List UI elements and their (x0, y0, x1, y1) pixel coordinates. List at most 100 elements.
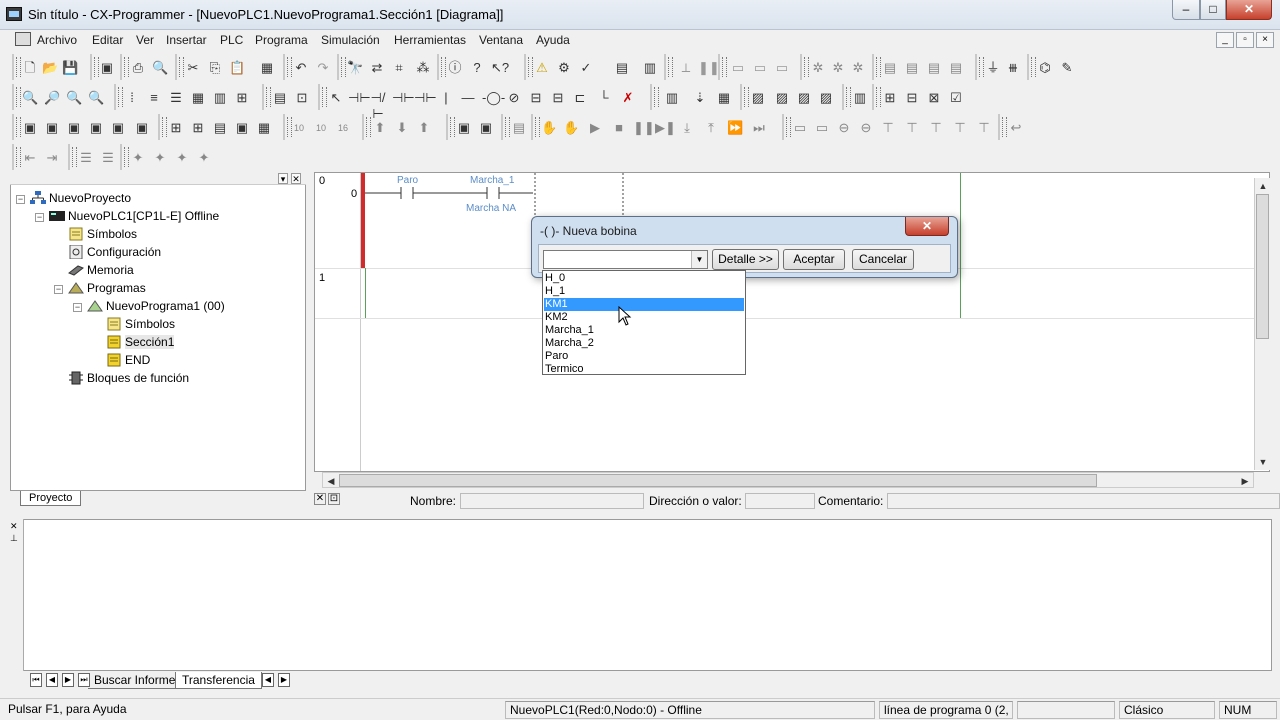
mdi-close-button[interactable]: × (1256, 32, 1274, 48)
paste-icon[interactable]: 📋 (229, 60, 245, 76)
differential-icon[interactable]: ⏚ (985, 60, 1001, 76)
mdi-minimize-button[interactable]: _ (1216, 32, 1234, 48)
sim-breakpoint-5-icon[interactable]: ⊤ (880, 120, 896, 136)
menu-ver[interactable]: Ver (136, 33, 154, 47)
mnemonic-icon[interactable]: ▦ (190, 90, 206, 106)
mdi-restore-button[interactable]: ▫ (1236, 32, 1254, 48)
zoom-out-icon[interactable]: 🔍 (66, 90, 82, 106)
menu-archivo[interactable]: Archivo (37, 33, 77, 47)
monitor-4-icon[interactable]: ▤ (948, 60, 964, 76)
contact-or-nc-icon[interactable]: ⊣⊢ (414, 90, 437, 106)
tool-1-icon[interactable]: ✦ (130, 150, 146, 166)
sim-hand-step-icon[interactable]: ✋ (563, 120, 579, 136)
zoom-fit-icon[interactable]: 🔍 (88, 90, 104, 106)
info-close-icon[interactable]: ✕ (314, 493, 326, 505)
tab-first-icon[interactable]: ⏮ (30, 673, 42, 687)
scroll-left-icon[interactable]: ◀ (323, 473, 339, 489)
transfer-to-icon[interactable]: ▭ (752, 60, 768, 76)
transfer-from-icon[interactable]: ▭ (730, 60, 746, 76)
tool-2-icon[interactable]: ✦ (152, 150, 168, 166)
detalle-button[interactable]: Detalle >> (712, 249, 779, 270)
function-block-call-icon[interactable]: ⊏ (572, 90, 588, 106)
menu-herramientas[interactable]: Herramientas (394, 33, 466, 47)
maximize-button[interactable]: □ (1200, 0, 1226, 20)
dropdown-option[interactable]: KM2 (544, 311, 744, 324)
tree-item-memory[interactable]: Memoria (68, 261, 134, 279)
menu-simulacion[interactable]: Simulación (321, 33, 380, 47)
info-pin-icon[interactable]: ⊡ (328, 493, 340, 505)
window-2-icon[interactable]: ⊟ (904, 90, 920, 106)
ladder-vertical-scrollbar[interactable]: ▲ ▼ (1254, 178, 1270, 470)
monitor-3-icon[interactable]: ▤ (926, 60, 942, 76)
tree-collapse-toggle[interactable]: − (16, 195, 25, 204)
print-icon[interactable]: ⎙ (130, 60, 146, 76)
memory-card-icon[interactable]: ▨ (796, 90, 812, 106)
simulator-icon[interactable]: ⌬ (1037, 60, 1053, 76)
sim-breakpoint-1-icon[interactable]: ▭ (792, 120, 808, 136)
open-folder-icon[interactable]: 📂 (42, 60, 58, 76)
cancelar-button[interactable]: Cancelar (852, 249, 914, 270)
dropdown-option[interactable]: Marcha_1 (544, 324, 744, 337)
output-window-icon[interactable]: ▣ (88, 120, 104, 136)
send-changes-icon[interactable]: ⇣ (692, 90, 708, 106)
scroll-right-icon[interactable]: ▶ (1237, 473, 1253, 489)
radix-10-icon[interactable]: 10 (291, 120, 307, 136)
undo-icon[interactable]: ↶ (293, 60, 309, 76)
sim-breakpoint-4-icon[interactable]: ⊖ (858, 120, 874, 136)
tree-item-plc[interactable]: NuevoPLC1[CP1L-E] Offline (49, 207, 219, 225)
warning-icon[interactable]: ⚠ (534, 60, 550, 76)
minimize-button[interactable]: – (1172, 0, 1200, 20)
dropdown-option[interactable]: Paro (544, 350, 744, 363)
sim-settings-icon[interactable]: ▤ (511, 120, 527, 136)
online-edit-icon[interactable]: ▥ (664, 90, 680, 106)
plc-online-icon[interactable]: ▥ (642, 60, 658, 76)
tree-item-configuration[interactable]: Configuración (68, 243, 161, 261)
document-menu-icon[interactable] (15, 32, 31, 46)
tree-item-programs[interactable]: Programas (68, 279, 146, 297)
list-icon[interactable]: ☰ (168, 90, 184, 106)
compile-icon[interactable]: ⚙ (556, 60, 572, 76)
info-icon[interactable]: ⓘ (447, 60, 463, 76)
simulation-io-icon[interactable]: ▣ (478, 120, 494, 136)
symbol-comment-icon[interactable]: ≡ (146, 90, 162, 106)
pt-instruction-icon[interactable]: ⊟ (550, 90, 566, 106)
tree-item-symbols[interactable]: Símbolos (68, 225, 137, 243)
radix-10s-icon[interactable]: 10 (313, 120, 329, 136)
list-view-icon[interactable]: ☰ (78, 150, 94, 166)
program-check-icon[interactable]: ✓ (578, 60, 594, 76)
tree-collapse-toggle[interactable]: − (73, 303, 82, 312)
scroll-down-icon[interactable]: ▼ (1255, 454, 1271, 470)
sim-hand-icon[interactable]: ✋ (541, 120, 557, 136)
monitor-2-icon[interactable]: ▤ (904, 60, 920, 76)
tree-item-end[interactable]: END (106, 351, 150, 369)
sections-icon[interactable]: ▥ (852, 90, 868, 106)
dropdown-option[interactable]: H_1 (544, 285, 744, 298)
instruction-icon[interactable]: ⊟ (528, 90, 544, 106)
simulation-on-icon[interactable]: ▣ (456, 120, 472, 136)
ladder-horizontal-scrollbar[interactable]: ◀ ▶ (322, 472, 1254, 488)
sim-step-icon[interactable]: ▶❚ (655, 120, 676, 136)
select-mode-icon[interactable]: ↖ (328, 90, 344, 106)
aceptar-button[interactable]: Aceptar (783, 249, 845, 270)
tab-scroll-right-icon[interactable]: ▶ (278, 673, 290, 687)
tree-dropdown-button[interactable]: ▾ (278, 173, 288, 184)
tab-buscar-informe[interactable]: Buscar Informe (88, 672, 182, 689)
tree-item-program[interactable]: NuevoPrograma1 (00) (87, 297, 225, 315)
sim-return-icon[interactable]: ↩ (1008, 120, 1024, 136)
force-off-icon[interactable]: ✲ (830, 60, 846, 76)
dropdown-option[interactable]: H_0 (544, 272, 744, 285)
output-close-icon[interactable]: ✕ (10, 521, 18, 532)
tree-item-function-blocks[interactable]: Bloques de función (68, 369, 189, 387)
contact-no-icon[interactable]: ⊣⊢ (348, 90, 371, 106)
arrow-down-icon[interactable]: ⬇ (394, 120, 410, 136)
project-window-icon[interactable]: ▣ (22, 120, 38, 136)
tree-item-project[interactable]: NuevoProyecto (30, 189, 131, 207)
line-delete-icon[interactable]: ✗ (620, 90, 636, 106)
sim-scan-icon[interactable]: ⏭ (751, 120, 767, 136)
cross-reference-icon[interactable]: ⌗ (391, 60, 407, 76)
sim-breakpoint-2-icon[interactable]: ▭ (814, 120, 830, 136)
sim-run-icon[interactable]: ▶ (587, 120, 603, 136)
print-preview-icon[interactable]: 🔍 (152, 60, 168, 76)
table-icon[interactable]: ▥ (212, 90, 228, 106)
menu-insertar[interactable]: Insertar (166, 33, 207, 47)
